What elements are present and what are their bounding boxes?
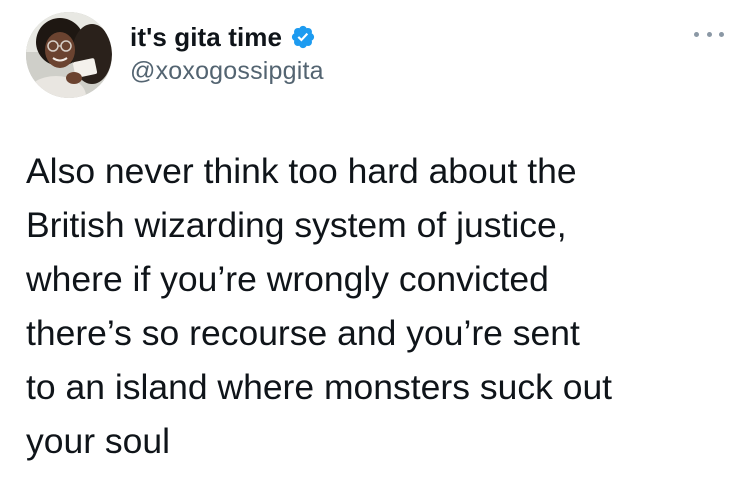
verified-badge-icon	[290, 24, 316, 50]
more-dot	[706, 31, 712, 37]
author-name-row[interactable]: it's gita time	[130, 20, 316, 54]
more-options-icon[interactable]	[694, 24, 724, 44]
more-dot	[694, 31, 699, 37]
display-name[interactable]: it's gita time	[130, 22, 282, 53]
more-dot	[719, 31, 724, 37]
avatar[interactable]	[26, 12, 112, 98]
tweet-text: Also never think too hard about the Brit…	[26, 151, 613, 461]
tweet-card: it's gita time @xoxogossipgita Also neve…	[0, 0, 750, 494]
author-handle[interactable]: @xoxogossipgita	[130, 57, 324, 86]
profile-photo-icon	[26, 12, 112, 98]
